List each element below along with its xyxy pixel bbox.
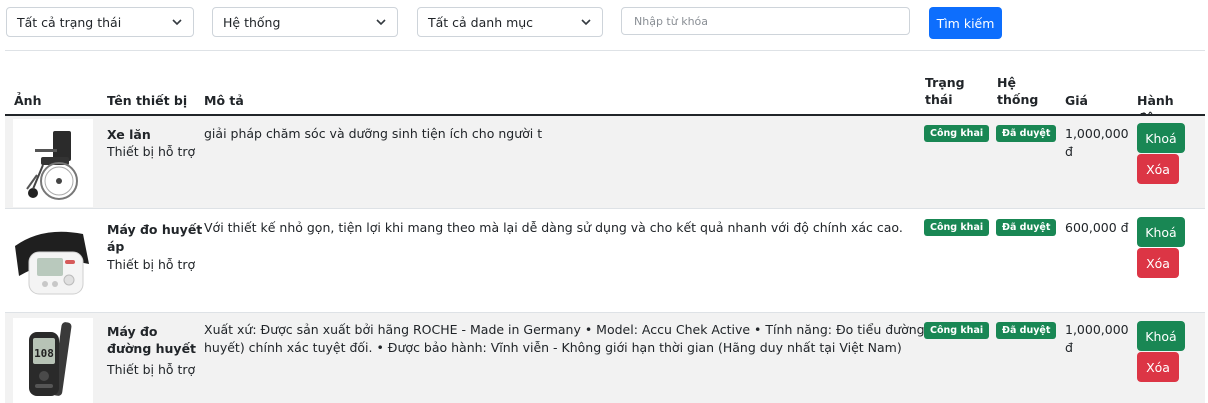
device-description: giải pháp chăm sóc và dưỡng sinh tiện íc…: [204, 126, 543, 141]
device-category: Thiết bị hỗ trợ: [107, 362, 196, 377]
header-name: Tên thiết bị: [107, 93, 188, 108]
device-description: Xuất xứ: Được sản xuất bởi hãng ROCHE - …: [204, 321, 973, 357]
device-category: Thiết bị hỗ trợ: [107, 144, 196, 159]
delete-button[interactable]: Xóa: [1137, 154, 1179, 184]
filter-bar: Tất cả trạng thái Hệ thống Tất cả danh m…: [0, 0, 1208, 50]
lock-button[interactable]: Khoá: [1137, 217, 1185, 247]
divider: [5, 50, 1205, 51]
device-name-line2: áp: [107, 239, 125, 254]
system-filter-select[interactable]: Hệ thống: [212, 7, 398, 37]
header-description: Mô tả: [204, 93, 244, 108]
category-filter-value: Tất cả danh mục: [428, 14, 534, 30]
header-status-line2: thái: [925, 92, 953, 107]
search-input[interactable]: [621, 7, 910, 35]
header-system: Hệ thống: [997, 74, 1038, 108]
delete-button[interactable]: Xóa: [1137, 352, 1179, 382]
description-line2: huyết) chính xác tuyệt đối. • Được bảo h…: [204, 340, 902, 355]
description-line1: Xuất xứ: Được sản xuất bởi hãng ROCHE - …: [204, 322, 973, 337]
device-category: Thiết bị hỗ trợ: [107, 257, 196, 272]
status-filter-select[interactable]: Tất cả trạng thái: [6, 7, 194, 37]
device-name-line1: Máy đo: [107, 324, 158, 339]
status-filter-value: Tất cả trạng thái: [17, 14, 122, 30]
price-line1: 1,000,000: [1065, 126, 1129, 141]
chevron-down-icon: [171, 16, 183, 28]
chevron-down-icon: [375, 16, 387, 28]
lock-button[interactable]: Khoá: [1137, 123, 1185, 153]
lock-button[interactable]: Khoá: [1137, 321, 1185, 351]
status-badge: Công khai: [924, 322, 990, 339]
blood-pressure-monitor-photo: [13, 216, 93, 304]
glucose-meter-photo: 108: [13, 318, 93, 403]
device-price: 1,000,000 đ: [1065, 321, 1129, 357]
price-line2: đ: [1065, 340, 1073, 355]
device-price: 1,000,000 đ: [1065, 125, 1129, 161]
approval-badge: Đã duyệt: [996, 322, 1057, 339]
wheelchair-photo: [13, 119, 93, 207]
approval-badge: Đã duyệt: [996, 125, 1057, 142]
header-system-line1: Hệ: [997, 75, 1016, 90]
system-filter-value: Hệ thống: [223, 14, 281, 30]
header-price: Giá: [1065, 93, 1088, 108]
status-badge: Công khai: [924, 125, 990, 142]
header-image: Ảnh: [14, 93, 42, 108]
search-button[interactable]: Tìm kiếm: [929, 7, 1002, 39]
device-name: Xe lăn: [107, 127, 151, 142]
device-name: Máy đo huyết áp: [107, 221, 202, 255]
status-badge: Công khai: [924, 219, 990, 236]
approval-badge: Đã duyệt: [996, 219, 1057, 236]
category-filter-select[interactable]: Tất cả danh mục: [417, 7, 603, 37]
header-status-line1: Trạng: [925, 75, 965, 90]
header-system-line2: thống: [997, 92, 1039, 107]
delete-button[interactable]: Xóa: [1137, 248, 1179, 278]
meter-reading: 108: [34, 347, 54, 360]
price-line1: 1,000,000: [1065, 322, 1129, 337]
device-price: 600,000 đ: [1065, 220, 1129, 235]
device-name: Máy đo đường huyết: [107, 323, 196, 357]
device-description: Với thiết kế nhỏ gọn, tiện lợi khi mang …: [204, 220, 903, 235]
header-status: Trạng thái: [925, 74, 965, 108]
chevron-down-icon: [580, 16, 592, 28]
price-line2: đ: [1065, 144, 1073, 159]
device-name-line2: đường huyết: [107, 341, 197, 356]
device-name-line1: Máy đo huyết: [107, 222, 203, 237]
